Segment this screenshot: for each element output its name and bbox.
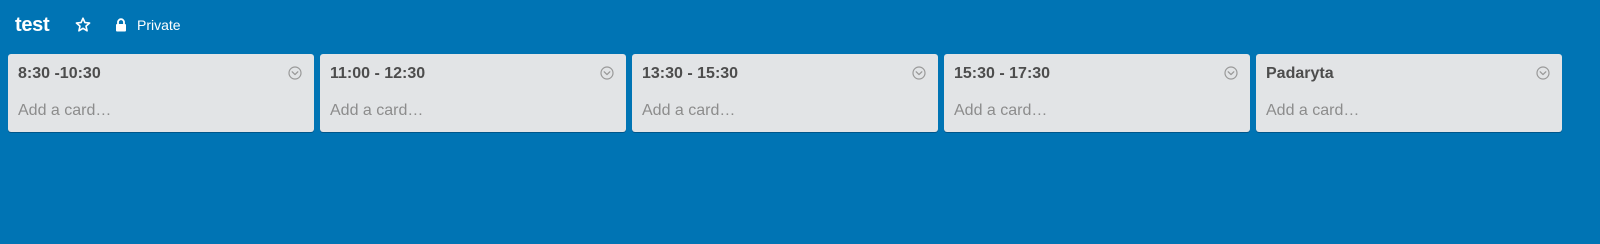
board-header: test Private [0, 0, 1600, 52]
add-card-link[interactable]: Add a card… [330, 101, 423, 121]
chevron-down-icon[interactable] [600, 66, 614, 80]
visibility-button[interactable]: Private [115, 16, 181, 34]
add-card-link[interactable]: Add a card… [18, 101, 111, 121]
board-title[interactable]: test [15, 13, 50, 37]
chevron-down-icon[interactable] [912, 66, 926, 80]
add-card-link[interactable]: Add a card… [642, 101, 735, 121]
chevron-down-icon[interactable] [1224, 66, 1238, 80]
star-icon[interactable] [75, 17, 91, 33]
list: 8:30 -10:30 Add a card… [8, 54, 314, 132]
list-title[interactable]: 15:30 - 17:30 [954, 64, 1050, 84]
list: 15:30 - 17:30 Add a card… [944, 54, 1250, 132]
add-card-link[interactable]: Add a card… [1266, 101, 1359, 121]
visibility-label: Private [137, 17, 181, 33]
list: 11:00 - 12:30 Add a card… [320, 54, 626, 132]
list: Padaryta Add a card… [1256, 54, 1562, 132]
chevron-down-icon[interactable] [1536, 66, 1550, 80]
list-title[interactable]: 8:30 -10:30 [18, 64, 101, 84]
add-card-link[interactable]: Add a card… [954, 101, 1047, 121]
lock-icon [115, 18, 127, 32]
list-title[interactable]: 13:30 - 15:30 [642, 64, 738, 84]
chevron-down-icon[interactable] [288, 66, 302, 80]
list-title[interactable]: 11:00 - 12:30 [330, 64, 425, 84]
list: 13:30 - 15:30 Add a card… [632, 54, 938, 132]
list-title[interactable]: Padaryta [1266, 64, 1334, 84]
